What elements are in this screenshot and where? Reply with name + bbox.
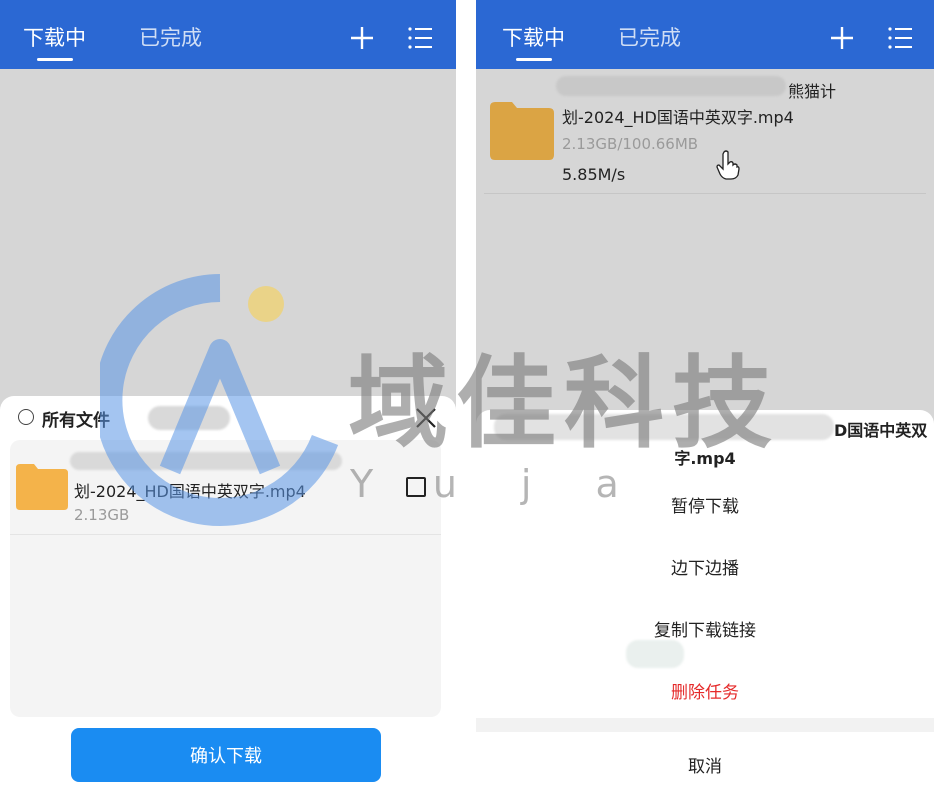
action-sheet-title-line2: 字.mp4 bbox=[674, 449, 736, 468]
copy-download-link-button[interactable]: 复制下载链接 bbox=[476, 616, 934, 641]
top-bar: 下载中 已完成 bbox=[0, 0, 456, 69]
sheet-title: 所有文件 bbox=[42, 411, 110, 431]
task-progress: 2.13GB/100.66MB bbox=[562, 135, 699, 153]
list-item[interactable]: 划-2024_HD国语中英双字.mp4 2.13GB bbox=[10, 440, 441, 535]
confirm-download-button[interactable]: 确认下载 bbox=[71, 728, 381, 782]
hand-cursor-icon bbox=[716, 150, 740, 180]
tab-downloading[interactable]: 下载中 bbox=[23, 22, 86, 52]
file-size: 2.13GB bbox=[74, 506, 130, 524]
redacted-region bbox=[70, 452, 342, 470]
file-list: 划-2024_HD国语中英双字.mp4 2.13GB bbox=[10, 440, 441, 717]
panel-gutter bbox=[456, 0, 476, 793]
task-speed: 5.85M/s bbox=[562, 165, 626, 184]
tab-completed[interactable]: 已完成 bbox=[139, 22, 202, 52]
tab-downloading[interactable]: 下载中 bbox=[502, 22, 565, 52]
add-icon[interactable] bbox=[348, 24, 376, 52]
file-select-sheet: 所有文件 划-2024_HD国语中英双字.mp4 2.13GB 确认下载 bbox=[0, 396, 456, 793]
close-icon[interactable] bbox=[414, 406, 438, 430]
top-bar: 下载中 已完成 bbox=[476, 0, 934, 69]
task-name-line1: 熊猫计 bbox=[788, 82, 837, 101]
pause-download-button[interactable]: 暂停下载 bbox=[476, 492, 934, 517]
tab-completed[interactable]: 已完成 bbox=[618, 22, 681, 52]
redacted-region bbox=[626, 640, 684, 668]
play-while-downloading-button[interactable]: 边下边播 bbox=[476, 554, 934, 579]
select-all-radio[interactable] bbox=[18, 409, 34, 425]
redacted-region bbox=[556, 76, 786, 96]
cancel-button[interactable]: 取消 bbox=[476, 752, 934, 777]
delete-task-button[interactable]: 删除任务 bbox=[476, 678, 934, 703]
file-checkbox[interactable] bbox=[406, 477, 426, 497]
task-action-sheet: D国语中英双 字.mp4 暂停下载 边下边播 复制下载链接 删除任务 取消 bbox=[476, 410, 934, 793]
redacted-region bbox=[148, 406, 230, 430]
add-icon[interactable] bbox=[828, 24, 856, 52]
right-screen: 下载中 已完成 熊猫计 划-2024_HD国语中英双字.mp4 2.13GB/1… bbox=[476, 0, 934, 793]
tab-active-indicator bbox=[37, 58, 73, 61]
left-screen: 下载中 已完成 所有文件 划-2024_HD国语中英双字.mp4 2.13GB … bbox=[0, 0, 456, 793]
action-sheet-title-line1: D国语中英双 bbox=[834, 421, 928, 440]
tab-active-indicator bbox=[516, 58, 552, 61]
sheet-divider bbox=[476, 718, 934, 732]
download-task-item[interactable]: 熊猫计 划-2024_HD国语中英双字.mp4 2.13GB/100.66MB … bbox=[484, 70, 926, 194]
folder-icon bbox=[16, 464, 68, 510]
folder-icon bbox=[490, 102, 554, 160]
list-menu-icon[interactable] bbox=[406, 24, 434, 52]
task-name-line2: 划-2024_HD国语中英双字.mp4 bbox=[562, 108, 794, 127]
redacted-region bbox=[494, 414, 834, 440]
list-menu-icon[interactable] bbox=[886, 24, 914, 52]
file-name: 划-2024_HD国语中英双字.mp4 bbox=[74, 482, 306, 501]
